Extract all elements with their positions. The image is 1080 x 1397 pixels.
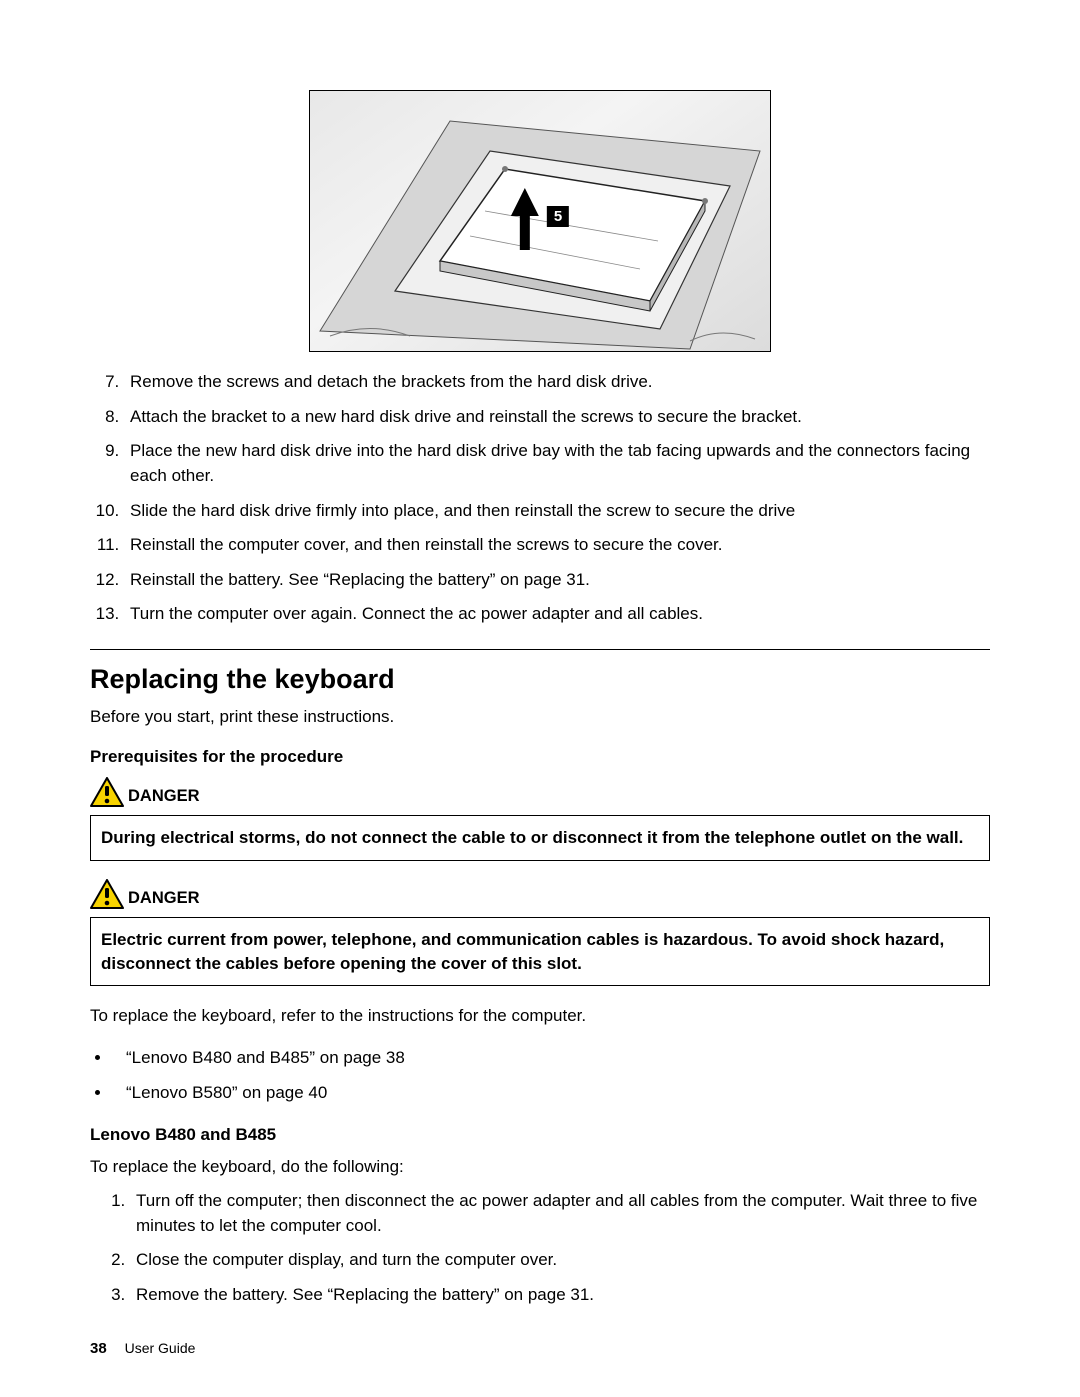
callout: 5	[511, 176, 569, 227]
model-refs: “Lenovo B480 and B485” on page 38 “Lenov…	[90, 1046, 990, 1105]
section-intro: Before you start, print these instructio…	[90, 705, 990, 729]
hdd-diagram: 5	[309, 90, 771, 352]
arrow-stem	[520, 214, 530, 250]
danger-icon	[90, 777, 124, 807]
callout-number: 5	[547, 206, 569, 227]
model-step-1: Turn off the computer; then disconnect t…	[130, 1189, 990, 1238]
footer-title: User Guide	[125, 1340, 196, 1356]
page-footer: 38 User Guide	[90, 1340, 195, 1357]
danger-label-2: DANGER	[128, 890, 200, 909]
danger-label-1: DANGER	[128, 788, 200, 807]
refer-text: To replace the keyboard, refer to the in…	[90, 1004, 990, 1028]
step-7: Remove the screws and detach the bracket…	[124, 370, 990, 395]
danger-row-2: DANGER	[90, 879, 990, 909]
danger-row-1: DANGER	[90, 777, 990, 807]
step-11: Reinstall the computer cover, and then r…	[124, 533, 990, 558]
ref-b480: “Lenovo B480 and B485” on page 38	[112, 1046, 990, 1071]
step-12: Reinstall the battery. See “Replacing th…	[124, 568, 990, 593]
step-10: Slide the hard disk drive firmly into pl…	[124, 499, 990, 524]
model-intro: To replace the keyboard, do the followin…	[90, 1155, 990, 1179]
section-title: Replacing the keyboard	[90, 664, 990, 695]
model-steps: Turn off the computer; then disconnect t…	[90, 1189, 990, 1308]
danger-box-2: Electric current from power, telephone, …	[90, 917, 990, 987]
step-13: Turn the computer over again. Connect th…	[124, 602, 990, 627]
step-9: Place the new hard disk drive into the h…	[124, 439, 990, 488]
step-8: Attach the bracket to a new hard disk dr…	[124, 405, 990, 430]
model-step-2: Close the computer display, and turn the…	[130, 1248, 990, 1273]
ref-b580: “Lenovo B580” on page 40	[112, 1081, 990, 1106]
steps-list-top: Remove the screws and detach the bracket…	[90, 370, 990, 627]
model-heading: Lenovo B480 and B485	[90, 1125, 990, 1145]
prereq-heading: Prerequisites for the procedure	[90, 747, 990, 767]
page: 5 Remove the screws and detach the brack…	[0, 0, 1080, 1397]
arrow-up-icon	[511, 188, 539, 216]
model-step-3: Remove the battery. See “Replacing the b…	[130, 1283, 990, 1308]
section-divider	[90, 649, 990, 650]
page-number: 38	[90, 1340, 107, 1357]
danger-icon	[90, 879, 124, 909]
danger-box-1: During electrical storms, do not connect…	[90, 815, 990, 861]
